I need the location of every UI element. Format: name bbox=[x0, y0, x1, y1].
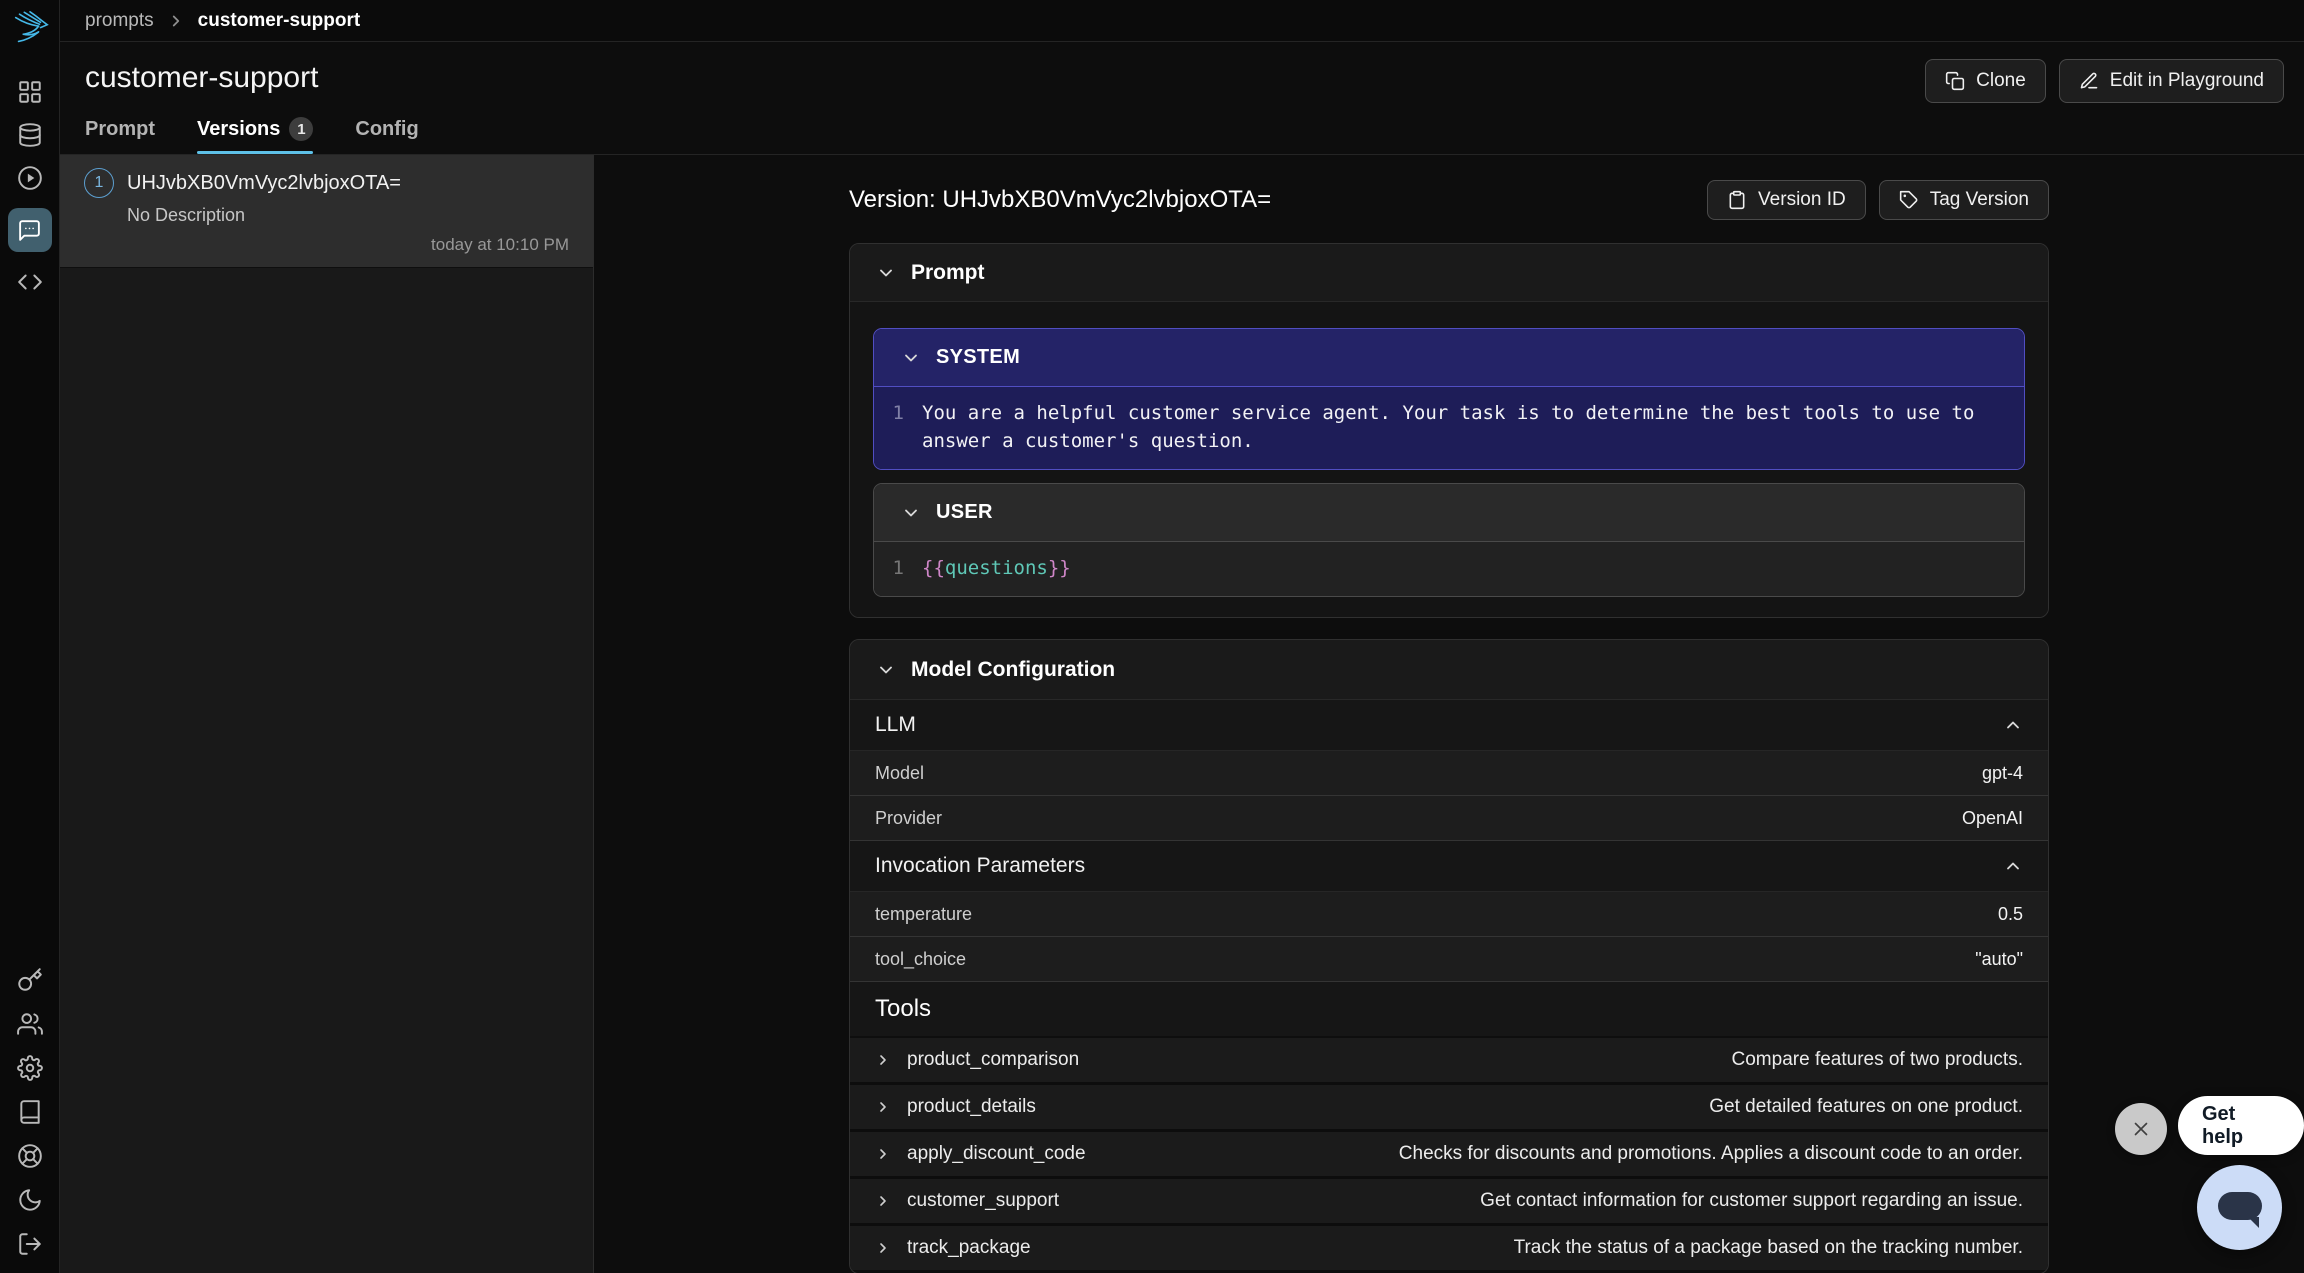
page-header: customer-support Clone Edit in Playgroun… bbox=[60, 43, 2304, 155]
app-window: prompts customer-support customer-suppor… bbox=[0, 0, 2304, 1273]
chevron-down-icon bbox=[876, 263, 896, 283]
system-prompt-text: You are a helpful customer service agent… bbox=[922, 399, 1987, 455]
tool-row-customer-support[interactable]: customer_support Get contact information… bbox=[850, 1179, 2048, 1226]
tab-bar: Prompt Versions 1 Config bbox=[85, 117, 419, 154]
sidebar-nav-top bbox=[8, 79, 52, 295]
system-message-content: 1 You are a helpful customer service age… bbox=[874, 387, 2024, 469]
invocation-parameters-row[interactable]: Invocation Parameters bbox=[850, 841, 2048, 892]
chevron-right-icon bbox=[875, 1146, 891, 1162]
user-message-content: 1 {{questions}} bbox=[874, 542, 2024, 596]
prompt-card: Prompt SYSTEM 1 You are a helpful custom… bbox=[849, 243, 2049, 618]
chevron-down-icon bbox=[901, 503, 921, 523]
tools-section-header: Tools bbox=[850, 982, 2048, 1038]
chevron-down-icon bbox=[876, 660, 896, 680]
chevron-up-icon bbox=[2003, 715, 2023, 735]
model-row: Model gpt-4 bbox=[850, 751, 2048, 796]
tab-versions[interactable]: Versions 1 bbox=[197, 117, 313, 154]
get-help-button[interactable]: Get help bbox=[2178, 1096, 2304, 1155]
tab-config[interactable]: Config bbox=[355, 117, 418, 154]
version-heading-row: Version: UHJvbXB0VmVyc2lvbjoxOTA= Versio… bbox=[849, 178, 2049, 222]
chat-widget-button[interactable] bbox=[2197, 1165, 2282, 1250]
version-list-item[interactable]: 1 UHJvbXB0VmVyc2lvbjoxOTA= No Descriptio… bbox=[60, 155, 593, 268]
version-heading: Version: UHJvbXB0VmVyc2lvbjoxOTA= bbox=[849, 186, 1271, 214]
prompts-chat-icon[interactable] bbox=[8, 208, 52, 252]
chevron-right-icon bbox=[167, 12, 185, 30]
version-id-button[interactable]: Version ID bbox=[1707, 180, 1866, 220]
chevron-right-icon bbox=[875, 1099, 891, 1115]
sidebar-nav-bottom bbox=[17, 967, 43, 1257]
dark-mode-moon-icon[interactable] bbox=[17, 1187, 43, 1213]
prompt-card-header[interactable]: Prompt bbox=[850, 244, 2048, 302]
clipboard-icon bbox=[1727, 190, 1747, 210]
tool-row-track-package[interactable]: track_package Track the status of a pack… bbox=[850, 1226, 2048, 1273]
tool-choice-row: tool_choice "auto" bbox=[850, 937, 2048, 982]
close-icon bbox=[2130, 1118, 2152, 1140]
model-configuration-header[interactable]: Model Configuration bbox=[850, 640, 2048, 700]
tag-icon bbox=[1899, 190, 1919, 210]
versions-count-badge: 1 bbox=[289, 117, 313, 141]
tool-row-apply-discount-code[interactable]: apply_discount_code Checks for discounts… bbox=[850, 1132, 2048, 1179]
key-icon[interactable] bbox=[17, 967, 43, 993]
version-id-text: UHJvbXB0VmVyc2lvbjoxOTA= bbox=[127, 172, 401, 195]
chevron-right-icon bbox=[875, 1240, 891, 1256]
logout-icon[interactable] bbox=[17, 1231, 43, 1257]
prompt-card-body: SYSTEM 1 You are a helpful customer serv… bbox=[850, 302, 2048, 617]
chevron-right-icon bbox=[875, 1052, 891, 1068]
edit-in-playground-button[interactable]: Edit in Playground bbox=[2059, 59, 2284, 103]
copy-icon bbox=[1945, 71, 1965, 91]
support-lifebuoy-icon[interactable] bbox=[17, 1143, 43, 1169]
version-number-badge: 1 bbox=[84, 168, 114, 198]
settings-gear-icon[interactable] bbox=[17, 1055, 43, 1081]
dashboard-grid-icon[interactable] bbox=[17, 79, 43, 105]
tool-row-product-comparison[interactable]: product_comparison Compare features of t… bbox=[850, 1038, 2048, 1085]
sidebar bbox=[0, 0, 60, 1273]
experiments-play-icon[interactable] bbox=[17, 165, 43, 191]
tab-prompt[interactable]: Prompt bbox=[85, 117, 155, 154]
user-message-header[interactable]: USER bbox=[874, 484, 2024, 542]
dismiss-help-button[interactable] bbox=[2115, 1103, 2167, 1155]
system-message-header[interactable]: SYSTEM bbox=[874, 329, 2024, 387]
llm-section-row[interactable]: LLM bbox=[850, 700, 2048, 751]
temperature-row: temperature 0.5 bbox=[850, 892, 2048, 937]
tag-version-button[interactable]: Tag Version bbox=[1879, 180, 2049, 220]
version-description: No Description bbox=[127, 205, 569, 226]
docs-book-icon[interactable] bbox=[17, 1099, 43, 1125]
users-icon[interactable] bbox=[17, 1011, 43, 1037]
user-message-block: USER 1 {{questions}} bbox=[873, 483, 2025, 597]
chevron-up-icon bbox=[2003, 856, 2023, 876]
code-icon[interactable] bbox=[17, 269, 43, 295]
line-number: 1 bbox=[874, 554, 922, 582]
versions-panel: 1 UHJvbXB0VmVyc2lvbjoxOTA= No Descriptio… bbox=[60, 155, 594, 1273]
clone-button[interactable]: Clone bbox=[1925, 59, 2046, 103]
breadcrumb-current: customer-support bbox=[198, 10, 361, 32]
user-prompt-template: {{questions}} bbox=[922, 554, 1071, 582]
system-message-block: SYSTEM 1 You are a helpful customer serv… bbox=[873, 328, 2025, 470]
line-number: 1 bbox=[874, 399, 922, 455]
version-timestamp: today at 10:10 PM bbox=[84, 235, 569, 255]
header-actions: Clone Edit in Playground bbox=[1925, 59, 2284, 103]
topbar: prompts customer-support bbox=[60, 0, 2304, 42]
chevron-down-icon bbox=[901, 348, 921, 368]
chat-bubble-icon bbox=[2218, 1192, 2262, 1220]
model-configuration-card: Model Configuration LLM Model gpt-4 Prov… bbox=[849, 639, 2049, 1273]
datasets-database-icon[interactable] bbox=[17, 122, 43, 148]
tool-row-product-details[interactable]: product_details Get detailed features on… bbox=[850, 1085, 2048, 1132]
phoenix-logo-icon[interactable] bbox=[8, 7, 52, 51]
page-title: customer-support bbox=[85, 61, 318, 95]
breadcrumb-prompts-link[interactable]: prompts bbox=[85, 10, 154, 32]
version-detail-panel: Version: UHJvbXB0VmVyc2lvbjoxOTA= Versio… bbox=[594, 155, 2304, 1273]
chevron-right-icon bbox=[875, 1193, 891, 1209]
pencil-icon bbox=[2079, 71, 2099, 91]
provider-row: Provider OpenAI bbox=[850, 796, 2048, 841]
